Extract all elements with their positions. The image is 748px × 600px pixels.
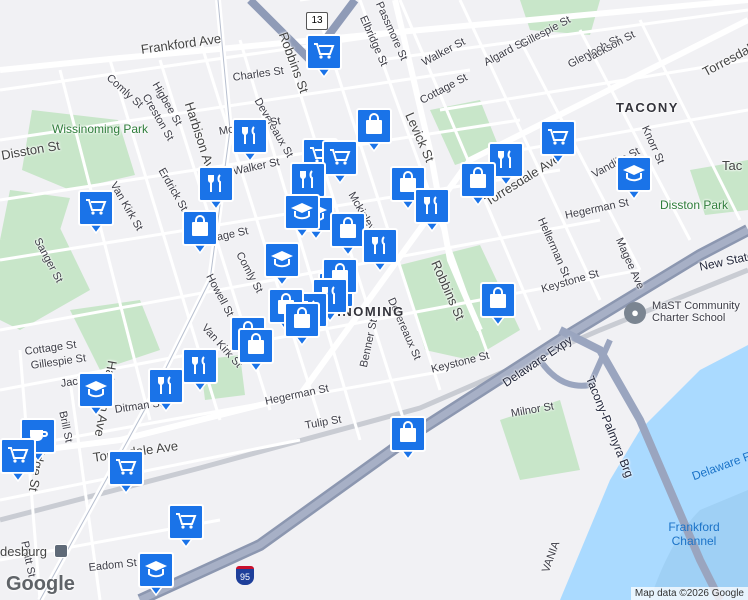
- map-pin[interactable]: [138, 552, 174, 596]
- map-pin[interactable]: [264, 242, 300, 286]
- map-pin[interactable]: [232, 118, 268, 162]
- transit-station-icon[interactable]: [54, 544, 68, 558]
- map-pin[interactable]: [356, 108, 392, 152]
- map-pin[interactable]: [108, 450, 144, 494]
- map-pin[interactable]: [322, 140, 358, 184]
- map-pin[interactable]: [306, 34, 342, 78]
- interstate-shield: 95: [236, 566, 254, 585]
- map-pin[interactable]: [330, 212, 366, 256]
- map-pin[interactable]: [460, 162, 496, 206]
- google-logo: Google: [6, 573, 75, 595]
- map-pin[interactable]: [182, 210, 218, 254]
- map-pin[interactable]: [284, 194, 320, 238]
- map-pin[interactable]: [616, 156, 652, 200]
- map-pin[interactable]: [168, 504, 204, 548]
- route-shield: 13: [306, 12, 328, 30]
- place-label: Tac: [722, 158, 743, 173]
- map-pin[interactable]: [182, 348, 218, 392]
- map-pin[interactable]: [362, 228, 398, 272]
- map-pin[interactable]: [78, 190, 114, 234]
- map-pin[interactable]: [238, 328, 274, 372]
- map-pin[interactable]: [480, 282, 516, 326]
- map-pin[interactable]: [148, 368, 184, 412]
- poi-label: MaST Community Charter School: [652, 300, 740, 324]
- map-pin[interactable]: [540, 120, 576, 164]
- map-pin[interactable]: [390, 416, 426, 460]
- school-poi-icon[interactable]: ●: [624, 302, 646, 324]
- water-label: Frankford Channel: [668, 520, 720, 548]
- map-pin[interactable]: [0, 438, 36, 482]
- map-pin[interactable]: [78, 372, 114, 416]
- park-label: Disston Park: [660, 198, 729, 212]
- map-attribution[interactable]: Map data ©2026 Google: [630, 587, 748, 600]
- neighborhood-label: TACONY: [616, 100, 679, 115]
- map-pin[interactable]: [198, 166, 234, 210]
- map-canvas[interactable]: Frankford Ave Robbins St Comly St Higbee…: [0, 0, 748, 600]
- place-label: desburg: [0, 544, 47, 559]
- map-pin[interactable]: [284, 302, 320, 346]
- park-label: Wissinoming Park: [52, 122, 149, 136]
- map-pin[interactable]: [414, 188, 450, 232]
- map-base: [0, 0, 748, 600]
